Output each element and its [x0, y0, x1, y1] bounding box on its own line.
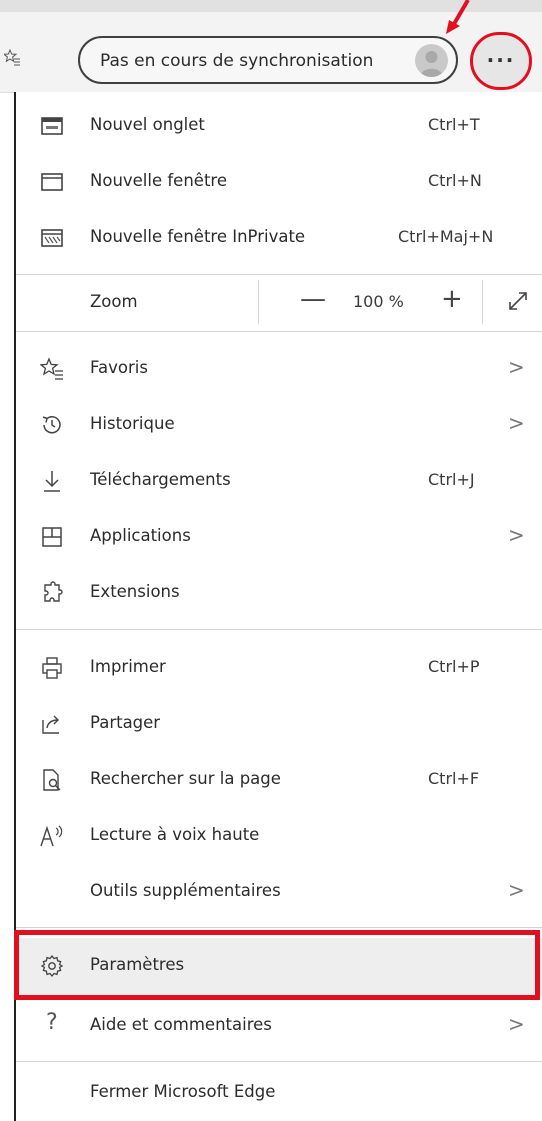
new-tab-icon — [41, 117, 63, 135]
menu-item-label: Extensions — [90, 582, 180, 601]
menu-item-favorites[interactable]: Favoris > — [16, 341, 542, 397]
new-window-icon — [41, 173, 63, 191]
menu-item-find-on-page[interactable]: Rechercher sur la page Ctrl+F — [16, 752, 542, 808]
menu-item-label: Nouvelle fenêtre — [90, 171, 227, 190]
settings-highlight-frame — [14, 930, 540, 1000]
menu-item-label: Partager — [90, 713, 161, 732]
browser-toolbar: Pas en cours de synchronisation ··· — [0, 0, 542, 93]
menu-item-shortcut: Ctrl+J — [428, 470, 475, 489]
zoom-level-value: 100 % — [353, 292, 404, 311]
menu-item-new-tab[interactable]: Nouvel onglet Ctrl+T — [16, 98, 542, 154]
pointer-arrow-icon — [446, 0, 470, 34]
extensions-icon — [44, 581, 63, 602]
menu-separator — [16, 331, 542, 332]
menu-item-label: Nouvel onglet — [90, 115, 205, 134]
menu-item-more-tools[interactable]: Outils supplémentaires > — [16, 864, 542, 920]
menu-item-label: Téléchargements — [90, 470, 231, 489]
menu-item-shortcut: Ctrl+P — [428, 657, 480, 676]
menu-separator — [16, 629, 542, 630]
zoom-divider — [482, 280, 483, 324]
menu-item-label: Aide et commentaires — [90, 1015, 272, 1034]
chevron-right-icon: > — [508, 355, 525, 379]
inprivate-window-icon — [41, 229, 63, 247]
read-aloud-icon — [40, 825, 63, 847]
menu-item-print[interactable]: Imprimer Ctrl+P — [16, 640, 542, 696]
menu-item-history[interactable]: Historique > — [16, 397, 542, 453]
menu-item-extensions[interactable]: Extensions — [16, 565, 542, 621]
more-dots-icon: ··· — [486, 48, 516, 72]
download-icon — [44, 471, 60, 492]
chevron-right-icon: > — [508, 878, 525, 902]
menu-item-label: Imprimer — [90, 657, 166, 676]
menu-item-help[interactable]: ? Aide et commentaires > — [16, 998, 542, 1054]
menu-item-shortcut: Ctrl+N — [428, 171, 482, 190]
chevron-right-icon: > — [508, 1012, 525, 1036]
fullscreen-icon[interactable] — [506, 289, 530, 313]
menu-item-share[interactable]: Partager — [16, 696, 542, 752]
menu-item-shortcut: Ctrl+Maj+N — [398, 227, 494, 246]
menu-item-label: Nouvelle fenêtre InPrivate — [90, 227, 306, 246]
menu-separator — [16, 927, 542, 928]
menu-separator — [16, 1061, 542, 1062]
favorites-list-icon[interactable] — [4, 49, 20, 67]
menu-item-downloads[interactable]: Téléchargements Ctrl+J — [16, 453, 542, 509]
apps-icon — [42, 527, 62, 547]
menu-item-label: Fermer Microsoft Edge — [90, 1082, 276, 1101]
zoom-divider — [258, 280, 259, 324]
menu-item-shortcut: Ctrl+F — [428, 769, 480, 788]
menu-item-close-edge[interactable]: Fermer Microsoft Edge — [16, 1065, 542, 1121]
find-on-page-icon — [43, 769, 61, 791]
help-icon: ? — [46, 1010, 58, 1035]
sync-status-label: Pas en cours de synchronisation — [100, 51, 374, 71]
menu-item-apps[interactable]: Applications > — [16, 509, 542, 565]
menu-item-shortcut: Ctrl+T — [428, 115, 480, 134]
menu-item-new-inprivate[interactable]: Nouvelle fenêtre InPrivate Ctrl+Maj+N — [16, 210, 542, 266]
zoom-row: Zoom — 100 % + — [16, 274, 542, 331]
menu-item-label: Outils supplémentaires — [90, 881, 281, 900]
menu-item-label: Applications — [90, 526, 191, 545]
menu-item-label: Historique — [90, 414, 175, 433]
zoom-in-button[interactable]: + — [441, 284, 463, 314]
favorites-icon — [40, 357, 63, 380]
settings-and-more-button[interactable]: ··· — [470, 32, 532, 90]
menu-item-read-aloud[interactable]: Lecture à voix haute — [16, 808, 542, 864]
chevron-right-icon: > — [508, 523, 525, 547]
zoom-out-button[interactable]: — — [300, 284, 326, 314]
share-icon — [42, 715, 59, 734]
menu-item-label: Lecture à voix haute — [90, 825, 260, 844]
avatar-icon — [415, 44, 448, 77]
history-icon — [42, 416, 61, 434]
chevron-right-icon: > — [508, 411, 525, 435]
print-icon — [42, 657, 62, 679]
menu-item-new-window[interactable]: Nouvelle fenêtre Ctrl+N — [16, 154, 542, 210]
zoom-label: Zoom — [90, 292, 138, 311]
menu-item-label: Rechercher sur la page — [90, 769, 281, 788]
menu-item-label: Favoris — [90, 358, 148, 377]
sync-status-button[interactable]: Pas en cours de synchronisation — [78, 36, 458, 84]
